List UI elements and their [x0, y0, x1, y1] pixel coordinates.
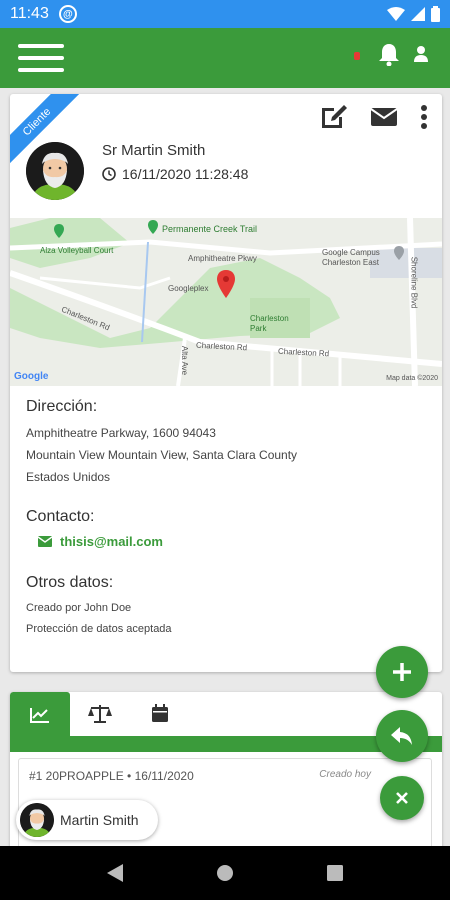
more-vert-icon[interactable]: [420, 104, 428, 130]
contact-title: Contacto:: [26, 508, 95, 525]
map-label-alta: Alta Ave: [180, 345, 190, 376]
notification-dot: [354, 52, 360, 60]
bell-icon[interactable]: [378, 42, 400, 66]
edit-icon[interactable]: [320, 104, 348, 130]
wifi-icon: [387, 7, 405, 21]
address-line-3: Estados Unidos: [26, 470, 111, 484]
other-title: Otros datos:: [26, 574, 114, 591]
status-bar: 11:43 @: [0, 0, 450, 28]
client-card: Cliente Sr Martin Smith 16/11/2020 11:28…: [10, 94, 442, 672]
item-created: Creado hoy: [319, 769, 371, 780]
battery-icon: [431, 6, 440, 22]
home-icon[interactable]: [216, 864, 234, 882]
map-attribution: Map data ©2020: [386, 375, 438, 382]
location-map[interactable]: Permanente Creek Trail Alza Volleyball C…: [10, 218, 442, 386]
add-icon: [393, 663, 411, 681]
calendar-icon[interactable]: [152, 704, 168, 722]
close-icon: [396, 792, 408, 804]
map-label-pkwy: Amphitheatre Pkwy: [188, 254, 257, 263]
signal-icon: [411, 7, 425, 21]
email-link[interactable]: thisis@mail.com: [38, 534, 163, 549]
clock-icon: [102, 167, 116, 181]
email-text: thisis@mail.com: [60, 534, 163, 549]
google-logo: Google: [14, 371, 49, 382]
chart-icon: [30, 708, 49, 723]
hamburger-icon[interactable]: [18, 44, 64, 72]
map-label-campus: Google Campus Charleston East: [322, 248, 380, 267]
map-label-park: Charleston Park: [250, 314, 289, 333]
trail-pin-icon: [148, 220, 158, 234]
map-label-court: Alza Volleyball Court: [40, 246, 114, 255]
avatar: [26, 142, 84, 200]
status-time: 11:43: [10, 5, 49, 22]
sync-icon: @: [58, 5, 77, 23]
back-icon[interactable]: [106, 864, 123, 882]
person-icon[interactable]: [414, 46, 428, 62]
card-actions: [320, 104, 428, 130]
map-label-shoreline: Shoreline Blvd: [409, 256, 419, 309]
scale-icon[interactable]: [88, 704, 112, 724]
address-line-1: Amphitheatre Parkway, 1600 94043: [26, 426, 216, 440]
map-marker-icon: [217, 270, 235, 298]
map-label-googleplex: Googleplex: [168, 284, 209, 293]
data-protection: Protección de datos aceptada: [26, 623, 172, 635]
user-chip[interactable]: Martin Smith: [16, 800, 158, 840]
campus-pin-icon: [394, 246, 404, 260]
recents-icon[interactable]: [327, 865, 344, 881]
mail-icon[interactable]: [370, 107, 398, 127]
system-nav-bar: [0, 846, 450, 900]
address-line-2: Mountain View Mountain View, Santa Clara…: [26, 448, 298, 462]
reply-icon: [391, 727, 412, 745]
court-pin-icon: [54, 224, 64, 238]
add-button[interactable]: [376, 646, 428, 698]
reply-button[interactable]: [376, 710, 428, 762]
created-datetime: 16/11/2020 11:28:48: [102, 166, 248, 182]
tab-chart[interactable]: [10, 692, 70, 738]
chip-name: Martin Smith: [60, 812, 139, 828]
close-button[interactable]: [380, 776, 424, 820]
map-label-trail: Permanente Creek Trail: [162, 224, 258, 234]
item-title: #1 20PROAPPLE • 16/11/2020: [29, 769, 194, 783]
address-title: Dirección:: [26, 398, 98, 415]
client-name: Sr Martin Smith: [102, 142, 206, 159]
created-by: Creado por John Doe: [26, 602, 132, 614]
datetime-text: 16/11/2020 11:28:48: [122, 166, 249, 182]
envelope-icon: [38, 536, 52, 547]
chip-avatar: [20, 803, 54, 837]
